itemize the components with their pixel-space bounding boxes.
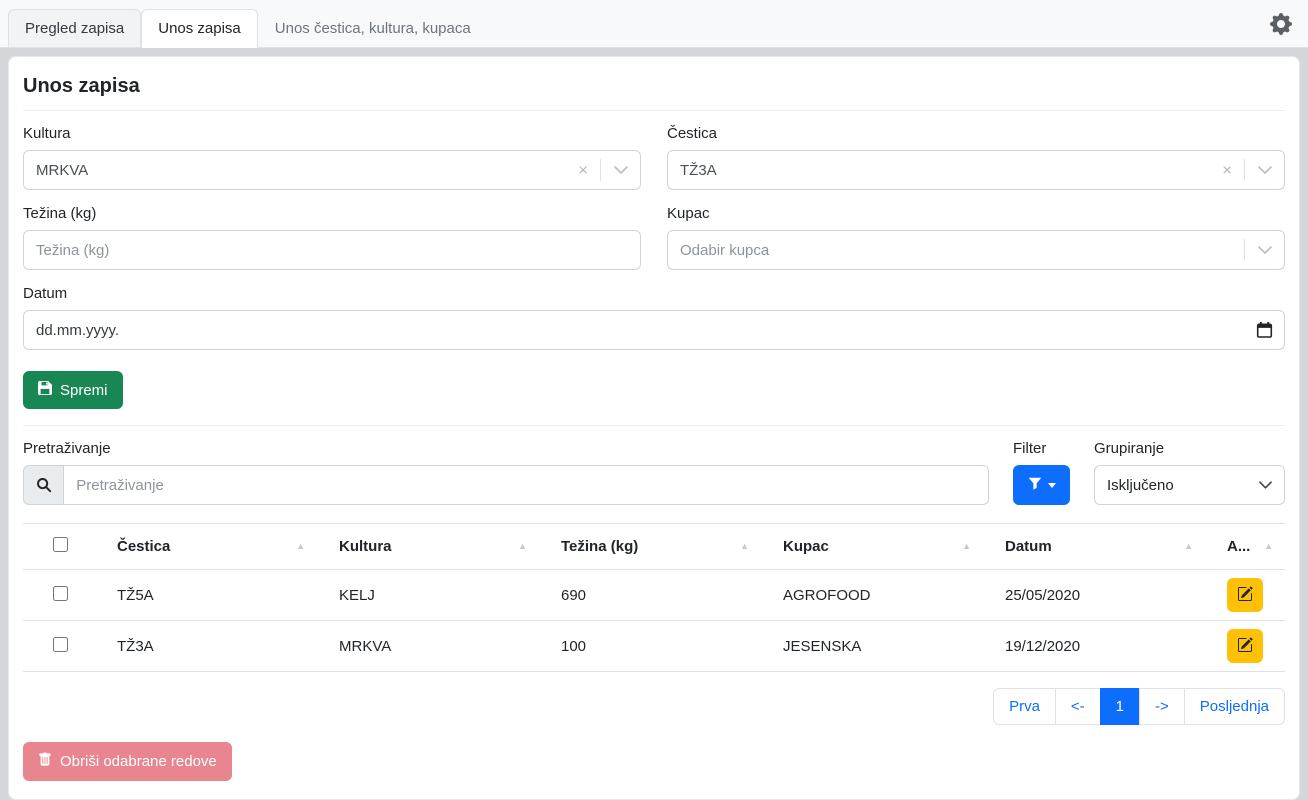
filter-label: Filter — [1013, 440, 1070, 457]
pagination-next[interactable]: -> — [1139, 688, 1185, 725]
field-kupac: Kupac — [667, 205, 1285, 270]
top-tab-bar: Pregled zapisa Unos zapisa Unos čestica,… — [0, 0, 1308, 48]
search-input[interactable] — [63, 465, 989, 505]
chevron-down-icon[interactable] — [1258, 246, 1272, 254]
grouping-label: Grupiranje — [1094, 440, 1285, 457]
save-button[interactable]: Spremi — [23, 371, 123, 409]
chevron-down-icon — [1259, 481, 1272, 489]
save-icon — [38, 381, 52, 399]
tezina-label: Težina (kg) — [23, 205, 641, 222]
field-datum: Datum — [23, 285, 1285, 350]
kultura-combobox[interactable] — [23, 150, 641, 190]
header-cestica[interactable]: Čestica ▲ — [109, 524, 331, 570]
search-label: Pretraživanje — [23, 440, 989, 457]
row-checkbox[interactable] — [53, 637, 68, 652]
kupac-combobox[interactable] — [667, 230, 1285, 270]
sort-icon[interactable]: ▲ — [296, 542, 305, 551]
records-table: Čestica ▲ Kultura ▲ Težina (kg) ▲ Kupac … — [23, 523, 1285, 672]
tab-pregled-zapisa[interactable]: Pregled zapisa — [8, 9, 141, 47]
save-button-label: Spremi — [60, 382, 108, 399]
gear-icon — [1270, 22, 1292, 39]
cell-kupac: AGROFOOD — [775, 570, 997, 621]
pencil-square-icon — [1237, 586, 1253, 605]
datum-label: Datum — [23, 285, 1285, 302]
caret-down-icon — [1048, 483, 1056, 488]
cestica-clear-icon[interactable]: × — [1222, 162, 1232, 179]
pagination: Prva <- 1 -> Posljednja — [23, 688, 1285, 725]
cell-kupac: JESENSKA — [775, 621, 997, 672]
search-icon — [23, 465, 63, 505]
combo-divider — [1244, 239, 1245, 261]
header-datum[interactable]: Datum ▲ — [997, 524, 1219, 570]
edit-row-button[interactable] — [1227, 629, 1263, 663]
cell-cestica: TŽ5A — [109, 570, 331, 621]
row-checkbox[interactable] — [53, 586, 68, 601]
sort-icon[interactable]: ▲ — [1264, 542, 1273, 551]
tab-unos-cestica-kultura-kupaca[interactable]: Unos čestica, kultura, kupaca — [258, 9, 488, 47]
tab-label: Pregled zapisa — [25, 20, 124, 37]
combo-divider — [1244, 159, 1245, 181]
cell-cestica: TŽ3A — [109, 621, 331, 672]
grouping-group: Grupiranje Isključeno — [1094, 440, 1285, 505]
search-group: Pretraživanje — [23, 440, 989, 505]
field-tezina: Težina (kg) — [23, 205, 641, 270]
datum-input[interactable] — [23, 310, 1285, 350]
field-kultura: Kultura × — [23, 125, 641, 190]
sort-icon[interactable]: ▲ — [1184, 542, 1193, 551]
cell-datum: 25/05/2020 — [997, 570, 1219, 621]
tezina-input[interactable] — [23, 230, 641, 270]
kultura-label: Kultura — [23, 125, 641, 142]
tab-label: Unos zapisa — [158, 20, 241, 37]
cell-kultura: KELJ — [331, 570, 553, 621]
kupac-label: Kupac — [667, 205, 1285, 222]
entry-form: Kultura × Čestica × Težina ( — [23, 125, 1285, 365]
cestica-combobox[interactable] — [667, 150, 1285, 190]
sort-icon[interactable]: ▲ — [518, 542, 527, 551]
combo-divider — [600, 159, 601, 181]
chevron-down-icon[interactable] — [614, 166, 628, 174]
filter-group: Filter — [1013, 440, 1070, 505]
table-row: TŽ3A MRKVA 100 JESENSKA 19/12/2020 — [23, 621, 1285, 672]
page-title: Unos zapisa — [23, 75, 1285, 98]
calendar-icon[interactable] — [1256, 322, 1273, 339]
cell-tezina: 100 — [553, 621, 775, 672]
sort-icon[interactable]: ▲ — [962, 542, 971, 551]
table-toolbar: Pretraživanje Filter — [23, 440, 1285, 505]
pagination-first[interactable]: Prva — [993, 688, 1056, 725]
main-card: Unos zapisa Kultura × Čestica × — [8, 56, 1300, 800]
header-kultura[interactable]: Kultura ▲ — [331, 524, 553, 570]
title-divider — [23, 110, 1285, 111]
delete-button-label: Obriši odabrane redove — [60, 753, 217, 770]
sort-icon[interactable]: ▲ — [740, 542, 749, 551]
cell-tezina: 690 — [553, 570, 775, 621]
cell-datum: 19/12/2020 — [997, 621, 1219, 672]
header-kupac[interactable]: Kupac ▲ — [775, 524, 997, 570]
form-divider — [23, 425, 1285, 426]
field-cestica: Čestica × — [667, 125, 1285, 190]
trash-icon — [38, 752, 52, 771]
settings-button[interactable] — [1262, 9, 1300, 39]
pencil-square-icon — [1237, 637, 1253, 656]
pagination-page-1[interactable]: 1 — [1100, 688, 1140, 725]
filter-button[interactable] — [1013, 465, 1070, 505]
pagination-prev[interactable]: <- — [1055, 688, 1101, 725]
table-header-row: Čestica ▲ Kultura ▲ Težina (kg) ▲ Kupac … — [23, 524, 1285, 570]
cestica-label: Čestica — [667, 125, 1285, 142]
select-all-checkbox[interactable] — [53, 537, 68, 552]
grouping-select[interactable]: Isključeno — [1094, 465, 1285, 505]
edit-row-button[interactable] — [1227, 578, 1263, 612]
header-akcije[interactable]: A... ▲ — [1219, 524, 1285, 570]
funnel-icon — [1028, 477, 1042, 494]
tab-unos-zapisa[interactable]: Unos zapisa — [141, 9, 258, 48]
cell-kultura: MRKVA — [331, 621, 553, 672]
pagination-last[interactable]: Posljednja — [1184, 688, 1285, 725]
header-tezina[interactable]: Težina (kg) ▲ — [553, 524, 775, 570]
table-row: TŽ5A KELJ 690 AGROFOOD 25/05/2020 — [23, 570, 1285, 621]
delete-selected-button[interactable]: Obriši odabrane redove — [23, 742, 232, 781]
tab-label: Unos čestica, kultura, kupaca — [275, 20, 471, 37]
chevron-down-icon[interactable] — [1258, 166, 1272, 174]
kultura-clear-icon[interactable]: × — [578, 162, 588, 179]
